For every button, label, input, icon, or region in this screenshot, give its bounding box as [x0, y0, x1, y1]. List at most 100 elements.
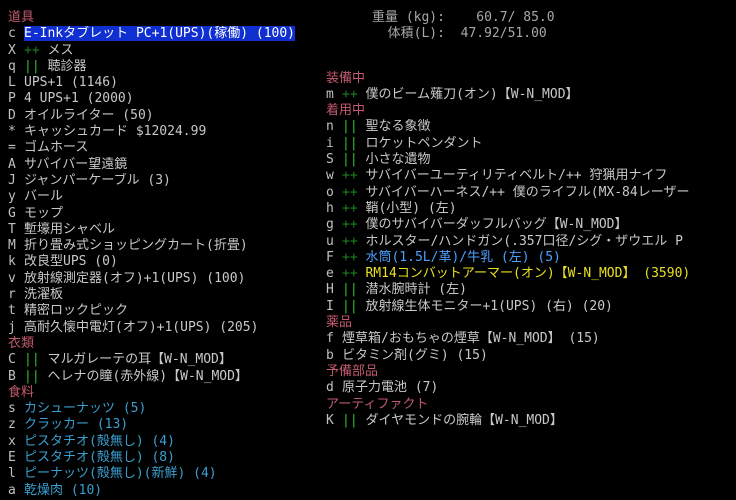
inventory-item[interactable]: J ジャンパーケーブル (3): [8, 173, 324, 189]
inventory-item[interactable]: y バール: [8, 189, 324, 205]
item-label: ロケットペンダント: [365, 135, 483, 151]
inventory-item[interactable]: s カシューナッツ (5): [8, 401, 324, 417]
item-status-mark: ++: [342, 184, 366, 200]
category-header: 食料: [8, 384, 35, 400]
volume-row: 体積(L): 47.92/51.00: [326, 26, 736, 42]
inventory-item[interactable]: B || ヘレナの瞳(赤外線)【W-N_MOD】: [8, 369, 324, 385]
inventory-item[interactable]: A サバイバー望遠鏡: [8, 157, 324, 173]
inventory-item[interactable]: g ++ 僕のサバイバーダッフルバッグ【W-N_MOD】: [326, 217, 736, 233]
item-status-mark: ||: [342, 152, 366, 168]
inventory-item[interactable]: K || ダイヤモンドの腕輪【W-N_MOD】: [326, 413, 736, 429]
inventory-item[interactable]: t 精密ロックピック: [8, 303, 324, 319]
inventory-item[interactable]: C || マルガレーテの耳【W-N_MOD】: [8, 352, 324, 368]
inventory-item[interactable]: T 塹壕用シャベル: [8, 222, 324, 238]
item-hotkey: T: [8, 221, 16, 237]
inventory-item[interactable]: M 折り畳み式ショッピングカート(折畳): [8, 238, 324, 254]
inventory-item[interactable]: b ビタミン剤(グミ) (15): [326, 348, 736, 364]
inventory-item[interactable]: v 放射線測定器(オフ)+1(UPS) (100): [8, 271, 324, 287]
item-label: バール: [24, 189, 64, 205]
volume-value: 47.92/51.00: [460, 26, 547, 42]
item-status-mark: ||: [342, 298, 366, 314]
item-label: 僕のサバイバーダッフルバッグ【W-N_MOD】: [365, 217, 628, 233]
inventory-item[interactable]: z クラッカー (13): [8, 417, 324, 433]
item-hotkey: y: [8, 189, 16, 205]
inventory-item[interactable]: G モップ: [8, 206, 324, 222]
inventory-left-column: 道具 c E-Inkタブレット PC+1(UPS)(稼働) (100) X ++ メス q…: [8, 10, 324, 499]
item-label: ホルスター/ハンドガン(.357口径/シグ・ザウエル P: [365, 233, 683, 249]
item-label: オイルライター (50): [24, 107, 154, 123]
volume-label: 体積(L):: [387, 26, 445, 42]
item-hotkey: f: [326, 331, 334, 347]
weight-value: 60.7/ 85.0: [476, 10, 555, 25]
item-label: RM14コンバットアーマー(オン)【W-N_MOD】 (3590): [365, 266, 691, 282]
item-hotkey: c: [8, 26, 16, 42]
item-hotkey: D: [8, 107, 16, 123]
inventory-item[interactable]: h ++ 鞘(小型) (左): [326, 201, 736, 217]
category-header: アーティファクト: [326, 396, 429, 412]
inventory-item[interactable]: w ++ サバイバーユーティリティベルト/++ 狩猟用ナイフ: [326, 168, 736, 184]
inventory-item[interactable]: f 煙草箱/おもちゃの煙草【W-N_MOD】 (15): [326, 331, 736, 347]
item-label: サバイバーハーネス/++ 僕のライフル(MX-84レーザー: [365, 184, 690, 200]
inventory-item[interactable]: H || 潜水腕時計 (左): [326, 282, 736, 298]
item-status-mark: ++: [342, 233, 366, 249]
item-status-mark: ++: [342, 200, 366, 216]
inventory-item[interactable]: * キャッシュカード $12024.99: [8, 124, 324, 140]
item-label: サバイバー望遠鏡: [24, 156, 128, 172]
inventory-item[interactable]: L UPS+1 (1146): [8, 75, 324, 91]
item-label: ゴムホース: [24, 140, 89, 156]
category-header: 装備中: [326, 70, 366, 86]
inventory-item[interactable]: m ++ 僕のビーム薙刀(オン)【W-N_MOD】: [326, 87, 736, 103]
item-hotkey: a: [8, 482, 16, 498]
item-label: 小さな遺物: [365, 152, 431, 168]
item-hotkey: g: [326, 217, 334, 233]
inventory-item[interactable]: r 洗濯板: [8, 287, 324, 303]
item-label: ジャンパーケーブル (3): [24, 172, 171, 188]
item-hotkey: d: [326, 380, 334, 396]
inventory-item[interactable]: F ++ 水筒(1.5L/革)/牛乳 (左) (5): [326, 250, 736, 266]
inventory-item[interactable]: l ピーナッツ(殻無し)(新鮮) (4): [8, 466, 324, 482]
item-status-mark: ||: [342, 135, 366, 151]
item-status-mark: ++: [342, 249, 366, 265]
weight-row: 重量 (kg): 60.7/ 85.0: [326, 10, 736, 26]
inventory-item[interactable]: j 高耐久懐中電灯(オフ)+1(UPS) (205): [8, 320, 324, 336]
item-hotkey: x: [8, 433, 16, 449]
item-hotkey: F: [326, 249, 334, 265]
item-hotkey: M: [8, 238, 16, 254]
item-hotkey: q: [8, 58, 16, 74]
inventory-item[interactable]: i || ロケットペンダント: [326, 136, 736, 152]
item-hotkey: B: [8, 368, 16, 384]
item-label: 聴診器: [47, 58, 87, 74]
item-hotkey: J: [8, 172, 16, 188]
inventory-item[interactable]: d 原子力電池 (7): [326, 380, 736, 396]
item-status-mark: ||: [24, 368, 48, 384]
inventory-item[interactable]: E ピスタチオ(殻無し) (8): [8, 450, 324, 466]
item-hotkey: =: [8, 140, 16, 156]
inventory-item[interactable]: x ピスタチオ(殻無し) (4): [8, 434, 324, 450]
item-hotkey: m: [326, 86, 334, 102]
item-hotkey: L: [8, 75, 16, 91]
item-hotkey: o: [326, 184, 334, 200]
inventory-item[interactable]: a 乾燥肉 (10): [8, 483, 324, 499]
inventory-item[interactable]: X ++ メス: [8, 43, 324, 59]
item-label: 放射線生体モニター+1(UPS) (右) (20): [365, 298, 613, 314]
category-header: 予備部品: [326, 363, 379, 379]
inventory-item[interactable]: = ゴムホース: [8, 140, 324, 156]
inventory-item[interactable]: D オイルライター (50): [8, 108, 324, 124]
item-label: ダイヤモンドの腕輪【W-N_MOD】: [365, 412, 563, 428]
inventory-item[interactable]: P 4 UPS+1 (2000): [8, 91, 324, 107]
inventory-item[interactable]: o ++ サバイバーハーネス/++ 僕のライフル(MX-84レーザー: [326, 185, 736, 201]
item-label: 鞘(小型) (左): [365, 200, 457, 216]
inventory-item[interactable]: k 改良型UPS (0): [8, 254, 324, 270]
item-label: 原子力電池 (7): [342, 380, 439, 396]
inventory-item[interactable]: u ++ ホルスター/ハンドガン(.357口径/シグ・ザウエル P: [326, 234, 736, 250]
inventory-item[interactable]: e ++ RM14コンバットアーマー(オン)【W-N_MOD】 (3590): [326, 266, 736, 282]
item-label: 乾燥肉 (10): [24, 482, 103, 498]
inventory-item[interactable]: I || 放射線生体モニター+1(UPS) (右) (20): [326, 299, 736, 315]
inventory-item[interactable]: S || 小さな遺物: [326, 152, 736, 168]
inventory-item[interactable]: q || 聴診器: [8, 59, 324, 75]
item-status-mark: ||: [342, 282, 366, 298]
item-label: UPS+1 (1146): [24, 75, 118, 91]
item-label: サバイバーユーティリティベルト/++ 狩猟用ナイフ: [365, 168, 668, 184]
inventory-item[interactable]: c E-Inkタブレット PC+1(UPS)(稼働) (100): [8, 26, 324, 42]
inventory-item[interactable]: n || 聖なる象徴: [326, 119, 736, 135]
